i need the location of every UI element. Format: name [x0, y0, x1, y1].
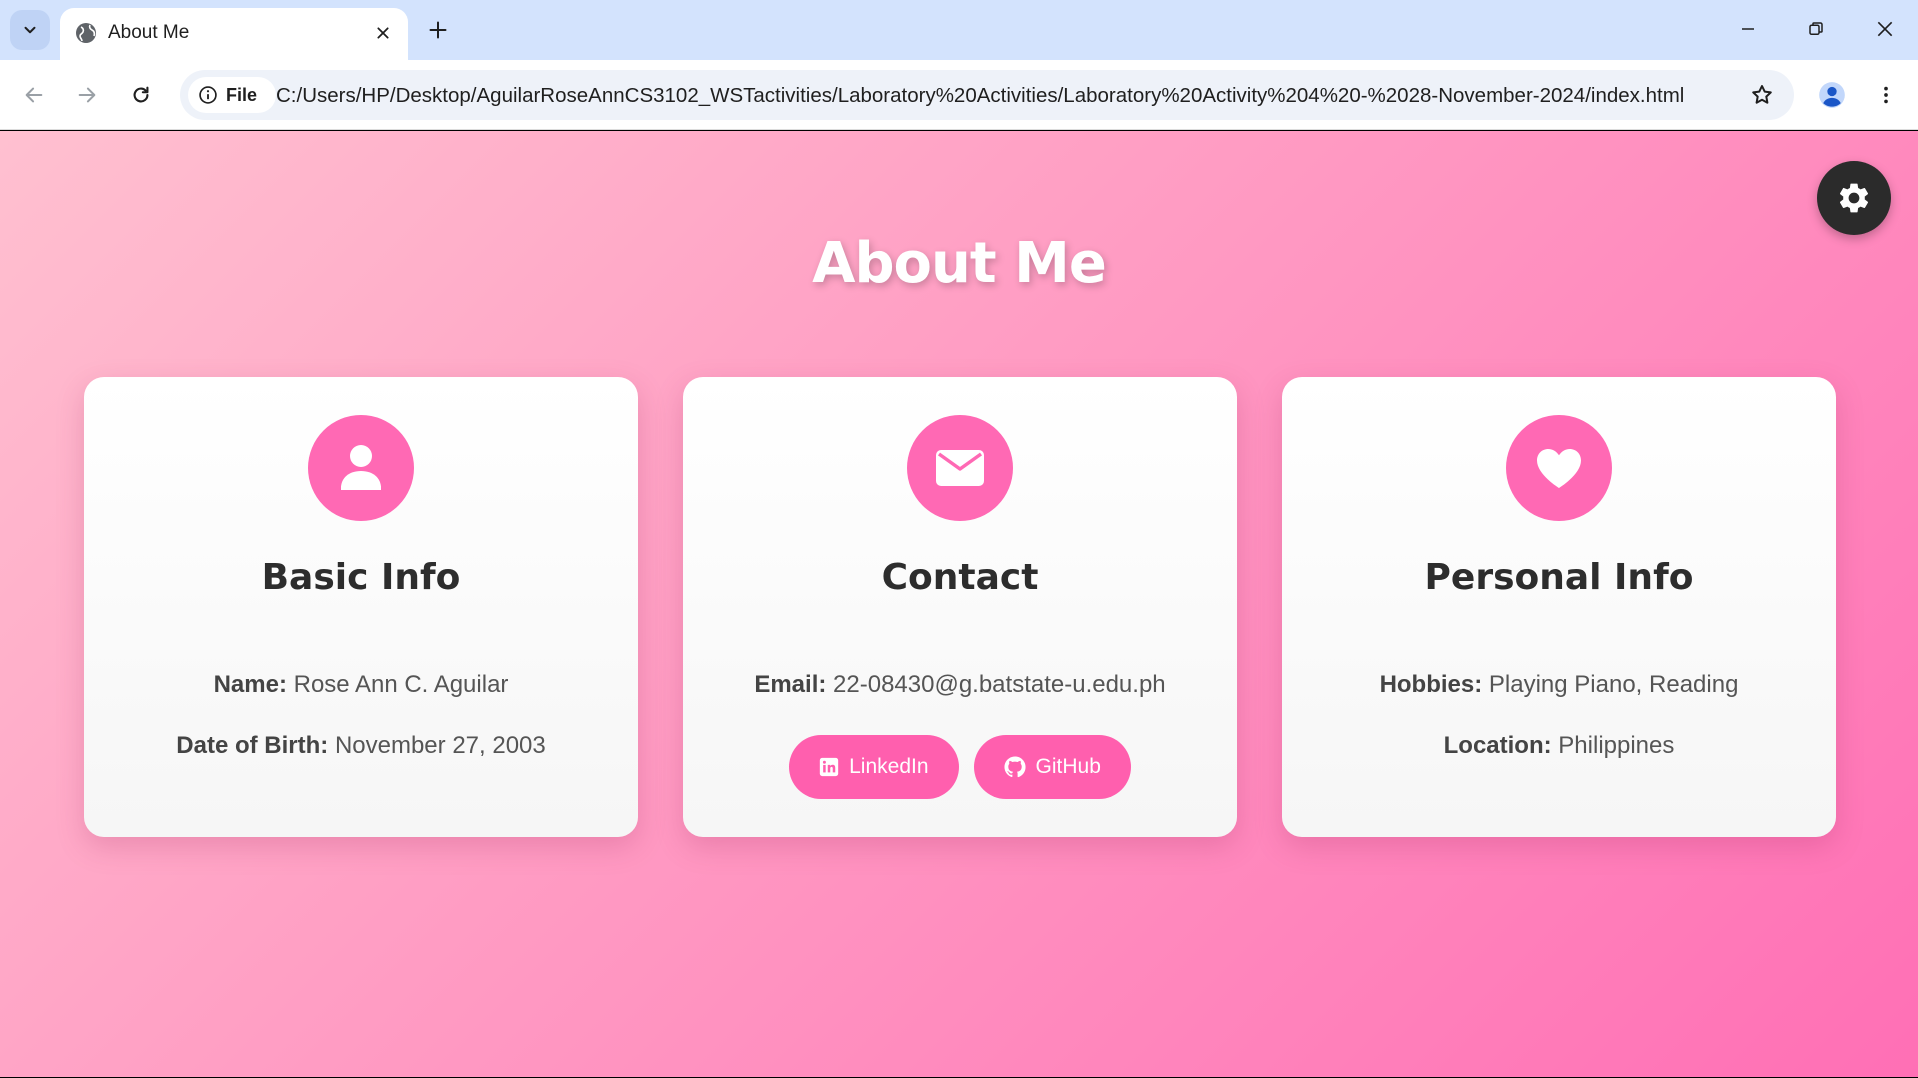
hobbies-value: Playing Piano, Reading [1488, 671, 1739, 698]
site-info-chip[interactable]: File [188, 77, 276, 113]
dob-label: Date of Birth: [176, 732, 329, 759]
restore-icon [1809, 22, 1823, 35]
chevron-down-icon [24, 26, 36, 34]
email-row: Email: 22-08430@g.batstate-u.edu.ph [683, 671, 1237, 699]
reload-button[interactable] [121, 75, 161, 115]
reload-icon [133, 86, 149, 103]
linkedin-label: LinkedIn [849, 755, 929, 778]
tab-search-button[interactable] [10, 10, 50, 50]
location-label: Location: [1443, 732, 1552, 759]
arrow-left-icon [25, 87, 43, 103]
page-title: About Me [812, 231, 1107, 296]
dob-row: Date of Birth: November 27, 2003 [84, 732, 638, 760]
browser-toolbar: File C:/Users/HP/Desktop/AguilarRoseAnnC… [0, 60, 1918, 130]
contact-icon-badge [907, 415, 1013, 521]
personal-info-title: Personal Info [1424, 557, 1694, 598]
name-row: Name: Rose Ann C. Aguilar [84, 671, 638, 699]
info-icon [199, 86, 217, 104]
hobbies-row: Hobbies: Playing Piano, Reading [1282, 671, 1836, 699]
globe-icon [76, 23, 96, 43]
arrow-right-icon [78, 87, 96, 103]
email-value: 22-08430@g.batstate-u.edu.ph [833, 671, 1166, 698]
social-links: LinkedIn GitHub [683, 735, 1237, 799]
github-button[interactable]: GitHub [973, 735, 1131, 799]
browser-tab-bar: About Me [0, 0, 1918, 60]
tab-title: About Me [108, 22, 190, 43]
hobbies-label: Hobbies: [1379, 671, 1483, 698]
page-viewport: About Me Basic Info Name: Rose Ann C. Ag… [0, 131, 1918, 1077]
star-icon [1752, 85, 1772, 104]
plus-icon [429, 21, 447, 39]
close-icon [1877, 21, 1893, 37]
profile-button[interactable] [1814, 77, 1850, 113]
close-window-button[interactable] [1860, 8, 1910, 50]
bookmark-button[interactable] [1744, 77, 1780, 113]
contact-card: Contact Email: 22-08430@g.batstate-u.edu… [683, 377, 1237, 837]
basic-info-card: Basic Info Name: Rose Ann C. Aguilar Dat… [84, 377, 638, 837]
dob-value: November 27, 2003 [334, 732, 546, 759]
avatar-icon [1819, 82, 1845, 108]
minimize-button[interactable] [1723, 8, 1773, 50]
basic-info-title: Basic Info [261, 557, 461, 598]
github-icon [1003, 756, 1026, 778]
more-vertical-icon [1884, 86, 1888, 104]
linkedin-icon [819, 757, 839, 777]
minimize-icon [1742, 28, 1754, 30]
personal-info-icon-badge [1506, 415, 1612, 521]
new-tab-button[interactable] [420, 12, 456, 48]
address-bar[interactable]: File C:/Users/HP/Desktop/AguilarRoseAnnC… [180, 70, 1794, 120]
site-info-label: File [226, 84, 258, 105]
heart-icon [1537, 449, 1581, 488]
envelope-icon [936, 450, 984, 486]
basic-info-icon-badge [308, 415, 414, 521]
name-value: Rose Ann C. Aguilar [293, 671, 509, 698]
back-button[interactable] [14, 75, 54, 115]
user-icon [341, 445, 381, 490]
forward-button[interactable] [67, 75, 107, 115]
location-row: Location: Philippines [1282, 732, 1836, 760]
contact-title: Contact [881, 557, 1039, 598]
location-value: Philippines [1558, 732, 1675, 759]
browser-tab-active[interactable]: About Me [60, 8, 408, 60]
linkedin-button[interactable]: LinkedIn [789, 735, 959, 799]
email-label: Email: [754, 671, 827, 698]
url-text[interactable]: C:/Users/HP/Desktop/AguilarRoseAnnCS3102… [276, 84, 1684, 108]
name-label: Name: [213, 671, 287, 698]
close-tab-button[interactable] [368, 18, 398, 48]
github-label: GitHub [1035, 755, 1101, 778]
theme-toggle-button[interactable] [1817, 161, 1891, 235]
close-icon [377, 27, 389, 39]
browser-menu-button[interactable] [1868, 77, 1904, 113]
restore-button[interactable] [1791, 8, 1841, 50]
gear-icon [1839, 183, 1869, 213]
personal-info-card: Personal Info Hobbies: Playing Piano, Re… [1282, 377, 1836, 837]
